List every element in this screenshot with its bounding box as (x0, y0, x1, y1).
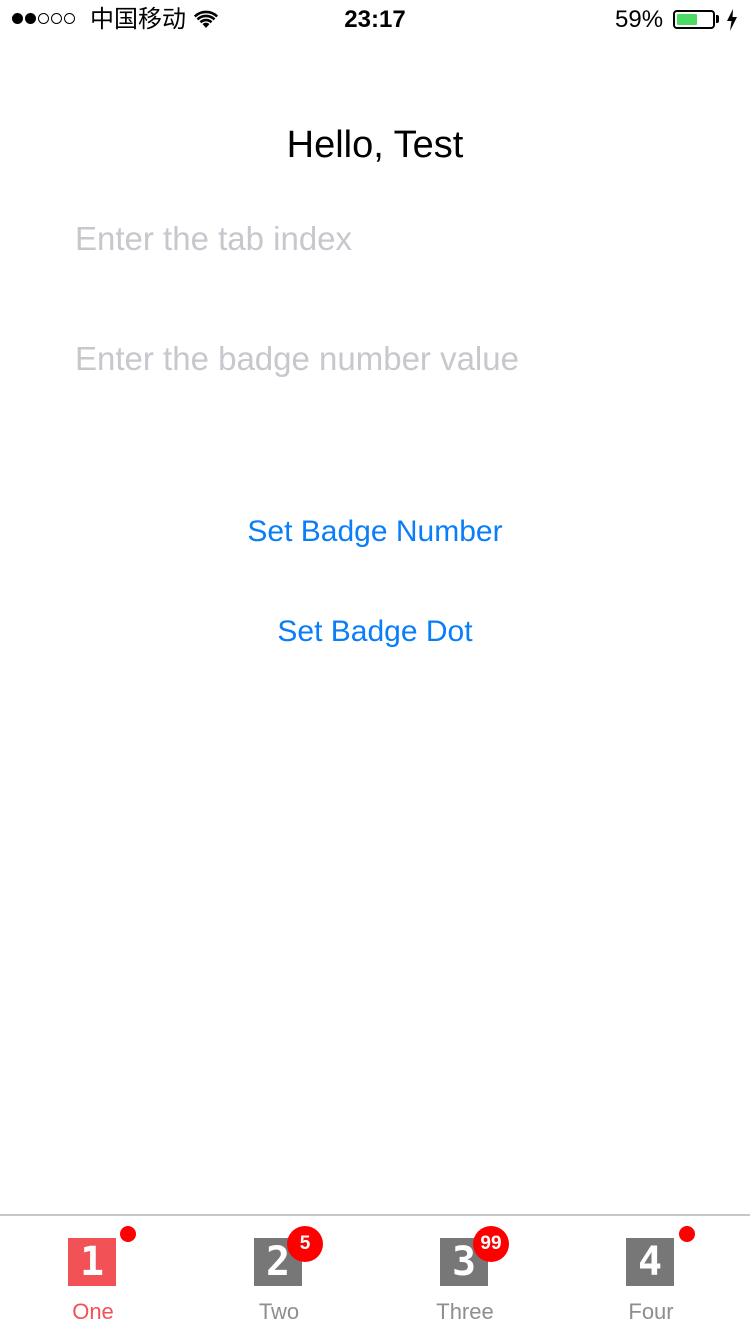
tab-bar: 1 One 2 5 Two 3 99 Three 4 Four (0, 1214, 750, 1334)
badge-dot (120, 1226, 136, 1242)
badge-dot (679, 1226, 695, 1242)
tab-index-input[interactable] (75, 214, 675, 264)
battery-level (677, 14, 698, 25)
number-one-icon: 1 (68, 1238, 116, 1286)
tab-one[interactable]: 1 One (0, 1216, 186, 1334)
badge-count: 5 (287, 1226, 323, 1262)
badge-value-input[interactable] (75, 334, 675, 384)
greeting-label: Hello, Test (286, 124, 464, 166)
set-badge-dot-button[interactable]: Set Badge Dot (0, 611, 750, 653)
tab-two[interactable]: 2 5 Two (186, 1216, 372, 1334)
badge-count: 99 (473, 1226, 509, 1262)
charging-bolt-icon (726, 9, 738, 38)
app-screen: 中国移动 23:17 59% Hello, Test Set Badge Num… (0, 0, 750, 1334)
tab-label: Two (258, 1299, 300, 1324)
set-badge-number-button[interactable]: Set Badge Number (0, 511, 750, 553)
number-four-icon: 4 (626, 1238, 674, 1286)
tab-three[interactable]: 3 99 Three (372, 1216, 558, 1334)
tab-label: Four (628, 1299, 674, 1324)
status-bar: 中国移动 23:17 59% (0, 0, 750, 40)
tab-label: One (72, 1299, 114, 1324)
battery-tip (716, 15, 719, 23)
battery-percentage: 59% (615, 6, 664, 33)
battery-icon (673, 10, 715, 29)
tab-four[interactable]: 4 Four (558, 1216, 744, 1334)
tab-label: Three (436, 1299, 494, 1324)
